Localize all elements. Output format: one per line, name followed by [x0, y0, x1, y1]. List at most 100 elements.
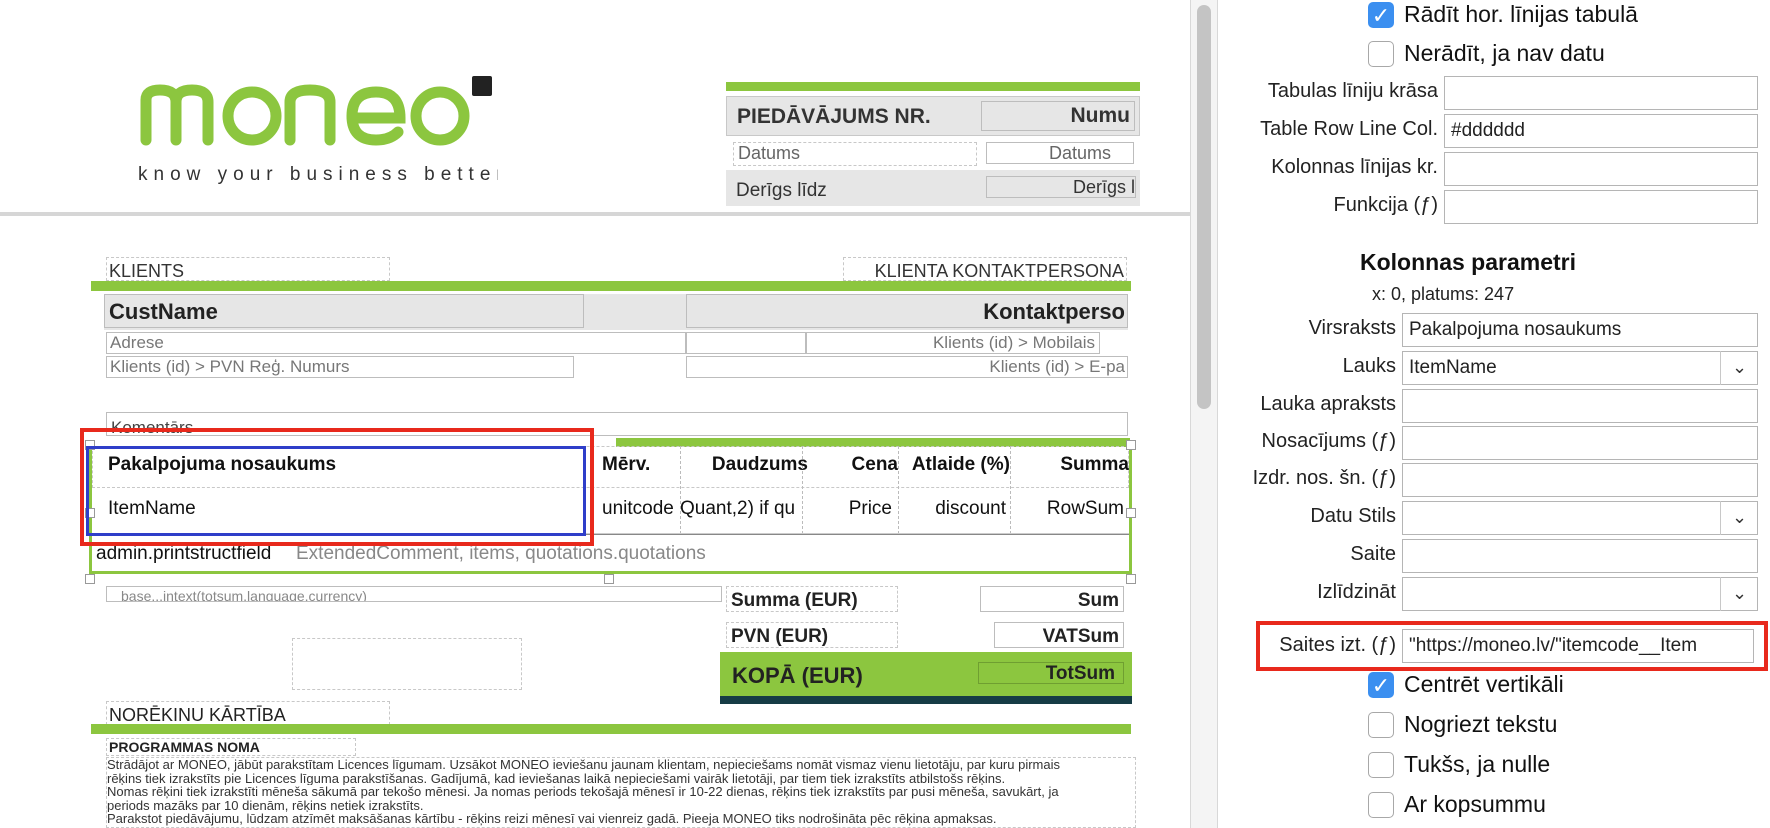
payment-line: rēķins tiek izrakstīts pie Licences līgu… — [107, 771, 1006, 785]
date-field[interactable]: Datums — [986, 142, 1134, 164]
field-label: Lauks — [1342, 355, 1396, 377]
properties-panel: ✓ Rādīt hor. līnijas tabulā Nerādīt, ja … — [1218, 0, 1770, 828]
logo-tagline: know your business better — [138, 164, 498, 185]
condition-input[interactable] — [1402, 426, 1758, 460]
offer-number-row[interactable]: PIEDĀVĀJUMS NR. Numu — [726, 96, 1140, 136]
th-sum[interactable]: Summa — [1012, 454, 1129, 476]
link-expr-highlight-red — [1256, 621, 1768, 671]
heading-label: Virsraksts — [1308, 317, 1396, 339]
table-line-color-input[interactable] — [1444, 76, 1758, 110]
empty-zero-label: Tukšs, ja nulle — [1404, 751, 1551, 777]
total-underline — [720, 696, 1132, 704]
resize-handle[interactable] — [604, 574, 614, 584]
address-field[interactable]: Adrese — [106, 332, 686, 354]
center-vert-label: Centrēt vertikāli — [1404, 671, 1564, 697]
vat-value[interactable]: VATSum — [994, 622, 1124, 648]
show-lines-checkbox[interactable]: ✓ — [1368, 2, 1394, 28]
td-price[interactable]: Price — [804, 498, 892, 520]
clients-label[interactable]: KLIENTS — [106, 257, 390, 281]
th-unit[interactable]: Mērv. — [602, 454, 672, 476]
td-unit[interactable]: unitcode — [602, 498, 678, 520]
cut-text-label: Nogriezt tekstu — [1404, 711, 1558, 737]
column-params-title: Kolonnas parametri — [1360, 249, 1576, 275]
data-style-select[interactable] — [1402, 501, 1758, 535]
resize-handle[interactable] — [1126, 508, 1136, 518]
function-input[interactable] — [1444, 190, 1758, 224]
offer-header-bar — [726, 82, 1140, 91]
show-lines-label: Rādīt hor. līnijas tabulā — [1404, 1, 1638, 27]
email-field[interactable]: Klients (id) > E-pa — [686, 356, 1128, 378]
col-line-color-input[interactable] — [1444, 152, 1758, 186]
date-label[interactable]: Datums — [733, 142, 977, 166]
offer-number-field[interactable]: Numu — [981, 101, 1135, 131]
valid-until-label: Derīgs līdz — [736, 180, 827, 201]
column-highlight-red — [80, 428, 594, 546]
client-contact-label[interactable]: KLIENTA KONTAKTPERSONA — [843, 257, 1127, 281]
total-value: TotSum — [978, 662, 1124, 684]
payment-text-block[interactable]: Strādājot ar MONEO, jābūt parakstītam Li… — [106, 757, 1136, 828]
chevron-down-icon[interactable]: ⌄ — [1720, 351, 1758, 385]
th-quantity[interactable]: Daudzums — [704, 454, 808, 476]
empty-zero-checkbox[interactable] — [1368, 752, 1394, 778]
field-select[interactable]: ItemName — [1402, 351, 1758, 385]
resize-handle[interactable] — [1126, 440, 1136, 450]
valid-until-field[interactable]: Derīgs l — [986, 176, 1136, 198]
sum-label[interactable]: Summa (EUR) — [726, 586, 898, 612]
condition-label: Nosacījums (ƒ) — [1261, 430, 1396, 452]
vat-reg-field[interactable]: Klients (id) > PVN Reģ. Numurs — [106, 356, 574, 378]
payment-bar — [91, 724, 1131, 734]
function-label: Funkcija (ƒ) — [1333, 194, 1438, 216]
col-line-color-label: Kolonnas līnijas kr. — [1271, 156, 1438, 178]
address-spacer — [686, 332, 806, 354]
vat-label[interactable]: PVN (EUR) — [726, 622, 898, 648]
heading-input[interactable]: Pakalpojuma nosaukums — [1402, 313, 1758, 347]
valid-until-row[interactable]: Derīgs līdz Derīgs l — [726, 170, 1140, 206]
payment-line: Strādājot ar MONEO, jābūt parakstītam Li… — [107, 758, 1060, 772]
hide-nodata-checkbox[interactable] — [1368, 41, 1394, 67]
header-divider — [0, 212, 1190, 216]
with-total-checkbox[interactable] — [1368, 792, 1394, 818]
resize-handle[interactable] — [85, 574, 95, 584]
link-input[interactable] — [1402, 539, 1758, 573]
moneo-logo: know your business better — [138, 72, 498, 192]
resize-handle[interactable] — [1126, 574, 1136, 584]
offer-number-label: PIEDĀVĀJUMS NR. — [737, 105, 931, 128]
contact-person-field[interactable]: Kontaktperso — [686, 294, 1128, 328]
th-price[interactable]: Cena — [810, 454, 898, 476]
data-style-label: Datu Stils — [1310, 505, 1396, 527]
scrollbar-thumb[interactable] — [1197, 5, 1211, 409]
row-line-color-input[interactable]: #dddddd — [1444, 114, 1758, 148]
payment-title[interactable]: NORĒKINU KĀRTĪBA — [106, 701, 390, 725]
link-label: Saite — [1350, 543, 1396, 565]
chevron-down-icon[interactable]: ⌄ — [1720, 501, 1758, 535]
signature-placeholder[interactable] — [292, 638, 522, 690]
print-cond-input[interactable] — [1402, 463, 1758, 497]
cust-name-field[interactable]: CustName — [104, 294, 584, 328]
print-cond-label: Izdr. nos. šn. (ƒ) — [1252, 467, 1396, 489]
totsum-intext-field[interactable]: base...intext(totsum,language,currency) — [106, 586, 722, 602]
field-select-value: ItemName — [1409, 357, 1497, 378]
client-bar — [91, 281, 1131, 291]
td-quantity[interactable]: Quant,2) if qu — [680, 498, 800, 520]
align-label: Izlīdzināt — [1317, 581, 1396, 603]
with-total-label: Ar kopsummu — [1404, 791, 1546, 817]
td-discount[interactable]: discount — [900, 498, 1006, 520]
total-row[interactable]: KOPĀ (EUR) TotSum — [720, 652, 1132, 696]
th-discount[interactable]: Atlaide (%) — [900, 454, 1010, 476]
align-select[interactable] — [1402, 577, 1758, 611]
sum-value[interactable]: Sum — [980, 586, 1124, 612]
field-desc-input[interactable] — [1402, 389, 1758, 423]
total-label: KOPĀ (EUR) — [732, 663, 863, 688]
struct-field-value: ExtendedComment, items, quotations.quota… — [296, 543, 706, 564]
report-canvas[interactable]: know your business better PIEDĀVĀJUMS NR… — [0, 0, 1190, 828]
center-vert-checkbox[interactable]: ✓ — [1368, 672, 1394, 698]
payment-line: periods mazāks par 10 dienām, rēķins net… — [107, 798, 424, 812]
field-desc-label: Lauka apraksts — [1260, 393, 1396, 415]
payment-subtitle[interactable]: PROGRAMMAS NOMA — [106, 738, 356, 756]
row-line-color-label: Table Row Line Col. — [1260, 118, 1438, 140]
mobile-field[interactable]: Klients (id) > Mobilais — [806, 332, 1100, 354]
hide-nodata-label: Nerādīt, ja nav datu — [1404, 40, 1605, 66]
td-sum[interactable]: RowSum — [1012, 498, 1124, 520]
chevron-down-icon[interactable]: ⌄ — [1720, 577, 1758, 611]
cut-text-checkbox[interactable] — [1368, 712, 1394, 738]
